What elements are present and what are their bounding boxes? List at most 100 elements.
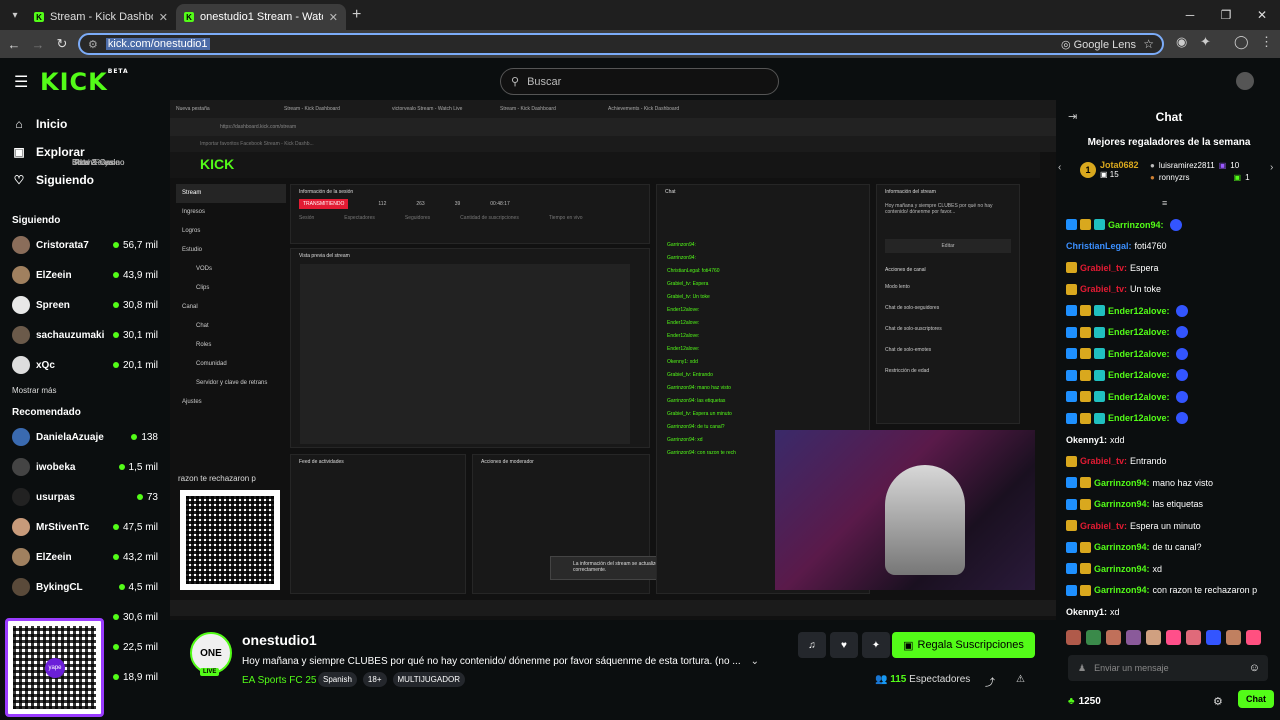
emote-icon[interactable] [1226,630,1241,645]
chat-username[interactable]: Grabiel_tv: [1080,263,1127,273]
emote-icon[interactable] [1186,630,1201,645]
video-inner-nav-item: VODs [196,266,213,272]
bookmark-star-icon[interactable]: ☆ [1143,37,1154,51]
nav-label: Inicio [36,117,68,131]
video-player[interactable]: Nueva pestaña Stream - Kick Dashboard vict… [170,100,1056,620]
sparkle-icon[interactable]: ✦ [862,632,890,658]
url-field[interactable]: ⚙ kick.com/onestudio1 ◎ Google Lens ☆ [78,33,1164,55]
channel-item[interactable]: sachauzumaki IRL 30,1 mil [0,158,168,350]
show-more-link[interactable]: Mostrar más [0,380,168,402]
gifter-name[interactable]: ronnyzrs [1159,172,1190,184]
reload-icon[interactable]: ↻ [50,36,74,52]
emote-icon[interactable] [1166,630,1181,645]
gift-icon: ▣ [1233,173,1242,182]
extension-icon[interactable]: ◉ [1176,34,1187,50]
tag-chip[interactable]: Spanish [318,672,357,687]
back-icon[interactable]: ← [2,37,26,52]
chat-username[interactable]: Ender12alove: [1108,392,1170,402]
chat-username[interactable]: Grabiel_tv: [1080,284,1127,294]
chat-username[interactable]: Okenny1: [1066,435,1107,445]
emote-icon[interactable] [1206,630,1221,645]
emote-icon[interactable] [1106,630,1121,645]
forward-icon[interactable]: → [26,37,50,52]
channel-item[interactable]: MrStivenTc IRL 47,5 mil [0,158,168,542]
chat-message-input[interactable]: ♟ Enviar un mensaje ☺ [1068,655,1268,681]
chat-settings-icon[interactable]: ⚙ [1213,695,1223,708]
channel-info: iwobeka Dota 2 [36,158,119,473]
minimize-icon[interactable]: ─ [1172,0,1208,30]
nav-home[interactable]: ⌂ Inicio [0,110,168,138]
channel-item[interactable]: usurpas Slots & Casino 73 [0,158,168,512]
url-text[interactable]: kick.com/onestudio1 [105,38,210,50]
channel-item[interactable]: ElZeein IRL 43,9 mil [0,158,168,290]
emoji-icon[interactable]: ☺ [1249,662,1260,674]
top-gifter-1[interactable]: 1 Jota0682 ▣ 15 [1080,160,1139,179]
extensions-puzzle-icon[interactable]: ✦ [1200,34,1211,50]
chat-username[interactable]: Ender12alove: [1108,306,1170,316]
chat-username[interactable]: Garrinzon94: [1094,542,1150,552]
google-lens-button[interactable]: ◎ Google Lens [1061,38,1136,51]
gifter-name[interactable]: luisramirez2811 [1159,160,1215,172]
site-info-icon[interactable]: ⚙ [88,38,98,51]
emote-icon[interactable] [1086,630,1101,645]
chat-send-button[interactable]: Chat [1238,690,1274,708]
chat-username[interactable]: Garrinzon94: [1094,499,1150,509]
channel-viewers: 30,8 mil [113,300,158,311]
chevron-left-icon[interactable]: ‹ [1058,162,1061,173]
channel-item[interactable]: xQc Slots & Casino 20,1 mil [0,158,168,380]
chat-username[interactable]: Ender12alove: [1108,327,1170,337]
follow-heart-icon[interactable]: ♥ [830,632,858,658]
chat-username[interactable]: Garrinzon94: [1094,564,1150,574]
profile-icon[interactable]: ◯ [1234,34,1249,50]
tag-chip[interactable]: MULTIJUGADOR [392,672,466,687]
video-channel-actions: Acciones de canal [885,267,926,273]
browser-tab-dashboard[interactable]: K Stream - Kick Dashboard ✕ [26,4,176,30]
emote-icon[interactable] [1246,630,1261,645]
browser-menu-icon[interactable]: ⋮ [1260,34,1273,50]
browser-tab-stream[interactable]: K onestudio1 Stream - Watch Live ✕ [176,4,346,30]
new-tab-icon[interactable]: + [352,6,361,24]
emote-icon[interactable] [1126,630,1141,645]
close-window-icon[interactable]: ✕ [1244,0,1280,30]
gift-subs-button[interactable]: ▣ Regala Suscripciones [892,632,1035,658]
share-icon[interactable]: ⤴ [985,674,995,689]
channel-item[interactable]: iwobeka Dota 2 1,5 mil [0,158,168,482]
user-avatar[interactable] [1236,72,1254,90]
close-tab-icon[interactable]: ✕ [329,11,338,24]
chat-username[interactable]: ChristianLegal: [1066,241,1132,251]
chat-username[interactable]: Okenny1: [1066,607,1107,617]
channel-item[interactable]: BykingCL Slots & Casino 4,5 mil [0,158,168,602]
restore-icon[interactable]: ❐ [1208,0,1244,30]
stream-category[interactable]: EA Sports FC 25 [242,675,316,686]
chevron-down-icon[interactable]: ⌄ [751,656,759,667]
chat-username[interactable]: Ender12alove: [1108,370,1170,380]
search-input[interactable]: ⚲ Buscar [500,68,779,95]
channel-item[interactable]: Cristorata7 IRL 56,7 mil [0,158,168,260]
kicks-balance[interactable]: ♣ 1250 [1068,696,1101,707]
channel-item[interactable]: ElZeein IRL 43,2 mil [0,158,168,572]
channel-item[interactable]: DanielaAzuaje Conversando 138 [0,158,168,452]
menu-icon[interactable]: ☰ [14,72,28,92]
chat-username[interactable]: Ender12alove: [1108,349,1170,359]
kick-logo[interactable]: KICKBETA [40,68,129,96]
report-icon[interactable]: ⚠ [1016,674,1025,685]
chat-username[interactable]: Grabiel_tv: [1080,521,1127,531]
emote-icon[interactable] [1066,630,1081,645]
chat-username[interactable]: Garrinzon94: [1108,220,1164,230]
verified-badge-icon [1066,584,1077,596]
channel-name[interactable]: onestudio1 [242,632,317,648]
tab-search-icon[interactable]: ▾ [4,4,26,26]
close-tab-icon[interactable]: ✕ [159,11,168,24]
verified-badge-icon [1066,498,1077,510]
chat-username[interactable]: Garrinzon94: [1094,585,1150,595]
chat-username[interactable]: Grabiel_tv: [1080,456,1127,466]
chevron-right-icon[interactable]: › [1270,162,1273,173]
emote-icon[interactable] [1146,630,1161,645]
channel-item[interactable]: Spreen Clash Royale 30,8 mil [0,158,168,320]
notification-bell-icon[interactable]: ♫ [798,632,826,658]
tag-chip[interactable]: 18+ [362,672,387,687]
nav-following[interactable]: ♡ Siguiendo [0,166,168,194]
chat-username[interactable]: Ender12alove: [1108,413,1170,423]
channel-name: MrStivenTc [36,521,90,533]
chat-username[interactable]: Garrinzon94: [1094,478,1150,488]
